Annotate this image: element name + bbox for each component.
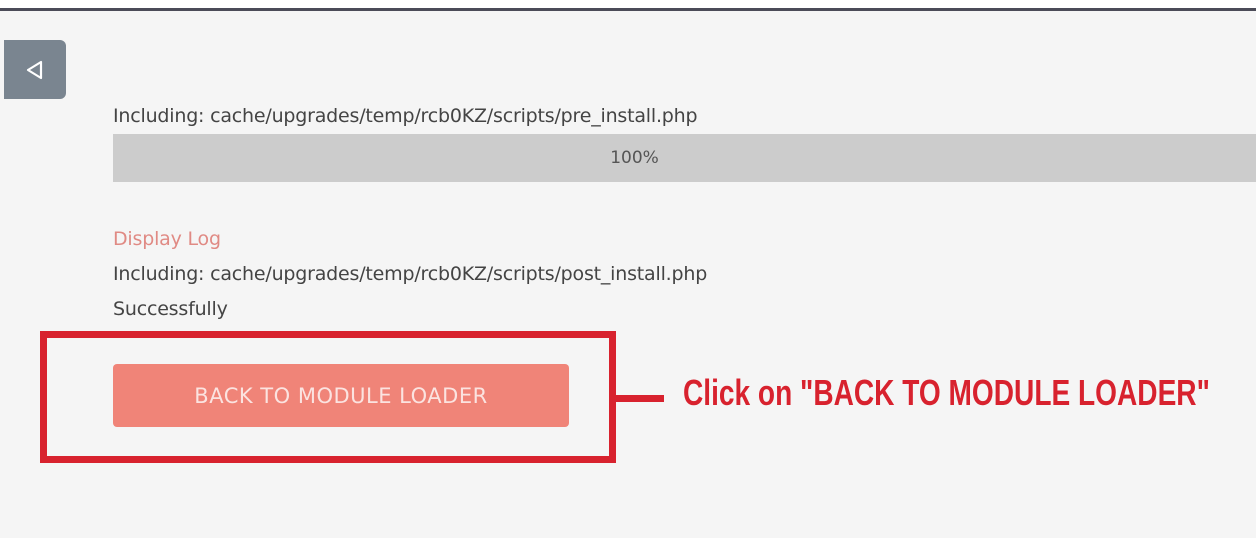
back-to-module-loader-button[interactable]: BACK TO MODULE LOADER bbox=[113, 364, 569, 427]
annotation-callout-text: Click on "BACK TO MODULE LOADER" bbox=[683, 372, 1210, 413]
annotation-connector-line bbox=[616, 395, 664, 402]
top-bar bbox=[0, 0, 1256, 11]
collapse-left-icon bbox=[26, 60, 43, 79]
progress-bar: 100% bbox=[113, 134, 1256, 182]
progress-label: 100% bbox=[610, 148, 659, 168]
sidebar-toggle-button[interactable] bbox=[4, 40, 66, 99]
pre-install-line: Including: cache/upgrades/temp/rcb0KZ/sc… bbox=[113, 105, 698, 127]
post-install-line: Including: cache/upgrades/temp/rcb0KZ/sc… bbox=[113, 263, 708, 285]
status-text: Successfully bbox=[113, 298, 228, 320]
display-log-link[interactable]: Display Log bbox=[113, 227, 221, 251]
